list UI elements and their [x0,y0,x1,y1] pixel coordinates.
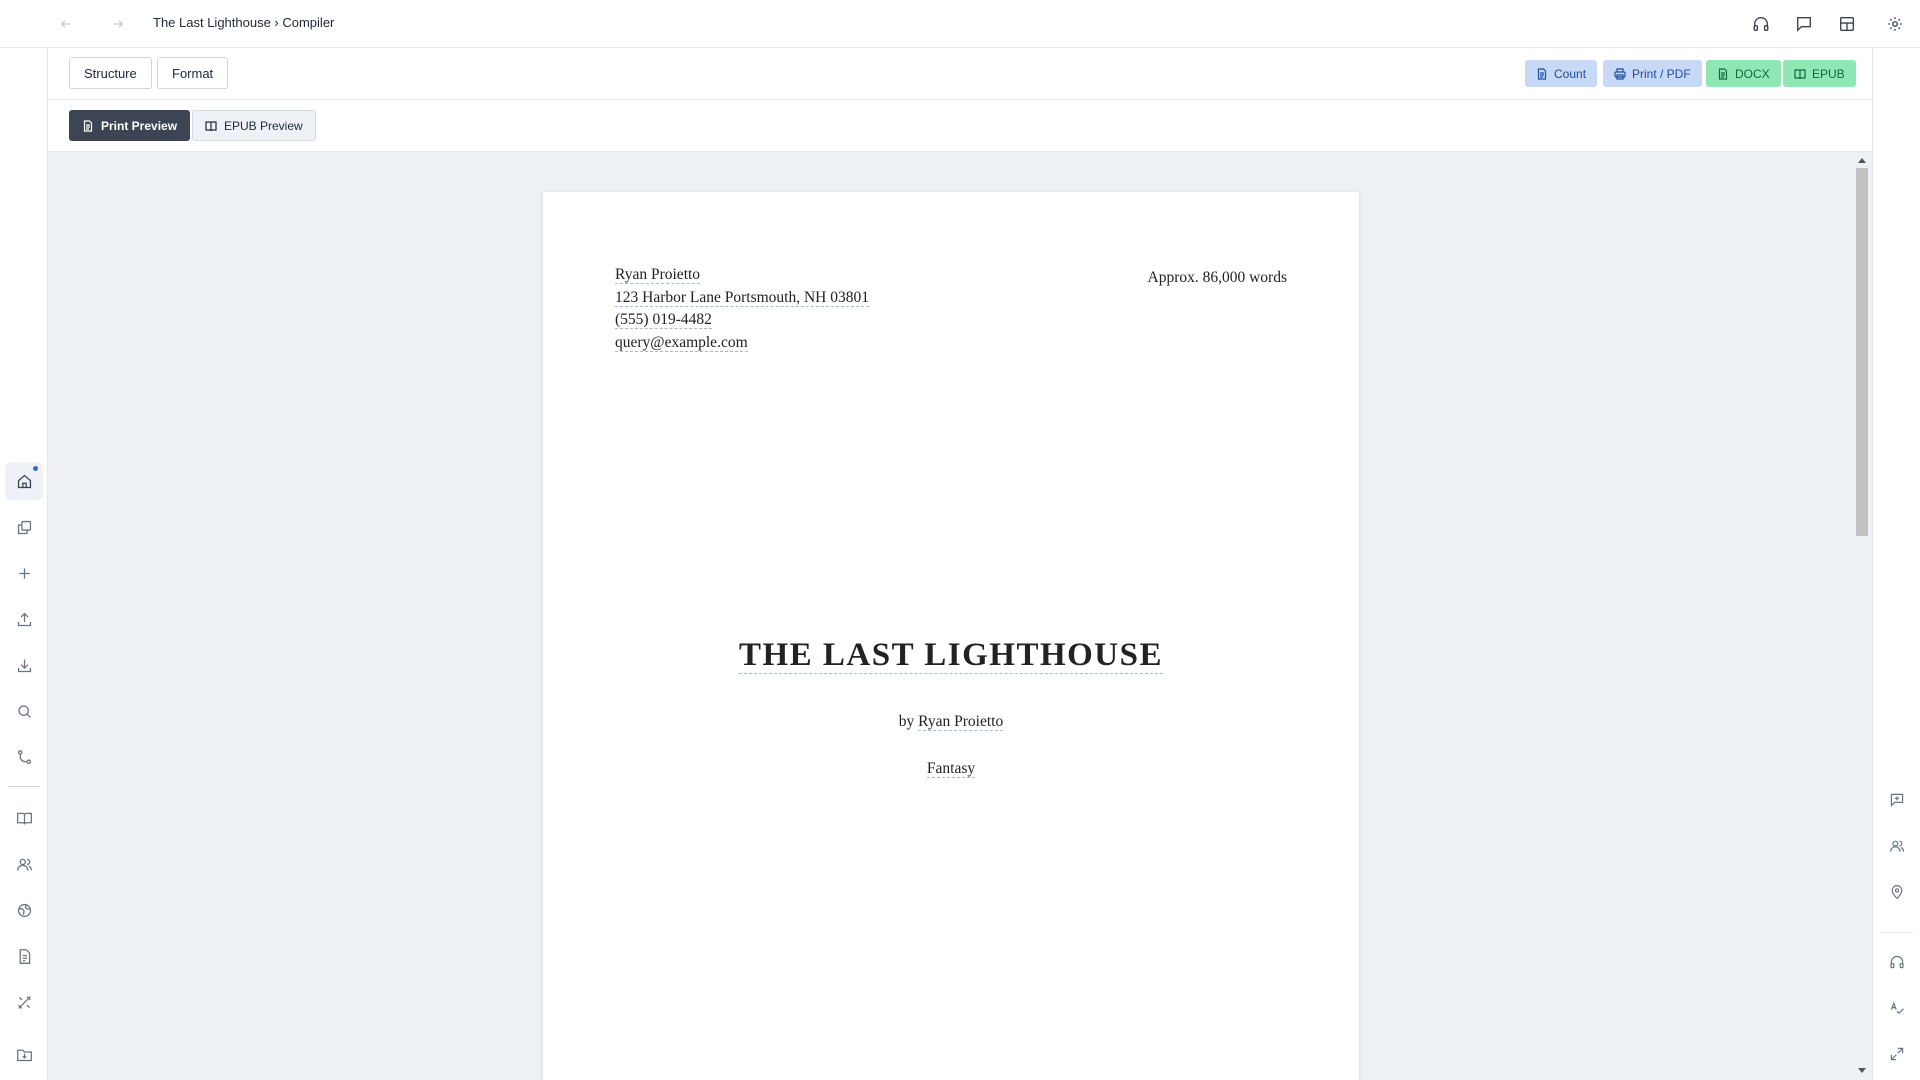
tools-icon[interactable] [5,983,43,1021]
byline-author[interactable]: Ryan Proietto [918,713,1004,731]
byline: by Ryan Proietto [543,713,1359,731]
word-count: Approx. 86,000 words [1147,269,1288,286]
epub-preview-button[interactable]: EPUB Preview [192,110,316,141]
spell-check-icon[interactable] [1881,992,1913,1024]
author-name[interactable]: Ryan Proietto [615,266,701,284]
upload-icon[interactable] [5,600,43,638]
tab-format[interactable]: Format [157,57,229,89]
expand-icon[interactable] [1881,1038,1913,1070]
folder-download-icon[interactable] [5,1035,43,1073]
docx-button-label: DOCX [1735,66,1770,81]
book-title-text[interactable]: THE LAST LIGHTHOUSE [738,637,1164,674]
forward-arrow-icon[interactable] [106,12,130,36]
gear-icon[interactable] [1883,12,1907,36]
book-icon [205,120,217,131]
author-phone[interactable]: (555) 019-4482 [615,311,712,329]
genre-text[interactable]: Fantasy [926,760,976,778]
tab-structure[interactable]: Structure [69,57,152,89]
epub-preview-label: EPUB Preview [224,118,303,133]
scroll-thumb[interactable] [1856,168,1868,536]
download-icon[interactable] [5,646,43,684]
headphones-icon[interactable] [1749,12,1773,36]
users-icon[interactable] [1881,830,1913,862]
sidebar-divider [8,786,40,787]
map-pin-icon[interactable] [1881,876,1913,908]
printer-icon [1614,67,1626,80]
breadcrumb: The Last Lighthouse › Compiler [153,15,335,30]
users-icon[interactable] [5,845,43,883]
scroll-up-arrow-icon[interactable] [1858,158,1866,163]
notification-dot [33,466,38,471]
manuscript-page: Ryan Proietto 123 Harbor Lane Portsmouth… [543,192,1359,1080]
genre: Fantasy [543,760,1359,778]
preview-area[interactable]: Ryan Proietto 123 Harbor Lane Portsmouth… [48,152,1872,1080]
home-icon[interactable] [5,462,43,500]
author-email[interactable]: query@example.com [615,333,748,352]
document-icon [1718,67,1728,80]
contact-block: Ryan Proietto 123 Harbor Lane Portsmouth… [615,264,869,354]
book-icon[interactable] [5,799,43,837]
copy-icon[interactable] [5,508,43,546]
back-arrow-icon[interactable] [54,12,78,36]
document-icon [1537,67,1547,80]
search-icon[interactable] [5,692,43,730]
right-sidebar [1872,48,1920,1080]
scroll-down-arrow-icon[interactable] [1858,1068,1866,1073]
docx-button[interactable]: DOCX [1706,60,1781,87]
byline-prefix: by [898,713,915,730]
author-address[interactable]: 123 Harbor Lane Portsmouth, NH 03801 [615,288,869,307]
plus-icon[interactable] [5,554,43,592]
print-pdf-button-label: Print / PDF [1632,66,1691,81]
print-preview-button[interactable]: Print Preview [69,110,191,141]
top-bar: The Last Lighthouse › Compiler [0,0,1920,48]
print-pdf-button[interactable]: Print / PDF [1603,60,1702,87]
preview-mode-bar: Print Preview EPUB Preview [48,100,1872,152]
globe-icon[interactable] [5,891,43,929]
right-sidebar-divider [1881,932,1913,933]
branch-icon[interactable] [5,738,43,776]
comment-plus-icon[interactable] [1881,784,1913,816]
headphones-icon[interactable] [1881,946,1913,978]
print-preview-label: Print Preview [101,118,178,133]
book-icon [1794,68,1806,79]
compiler-toolbar: Structure Format Count Print / PDF DOCX … [48,48,1872,100]
count-button[interactable]: Count [1525,60,1598,87]
message-icon[interactable] [1792,12,1816,36]
preview-scrollbar[interactable] [1854,152,1870,1080]
epub-button[interactable]: EPUB [1783,60,1856,87]
epub-button-label: EPUB [1812,66,1845,81]
document-icon [83,119,93,132]
book-title: THE LAST LIGHTHOUSE [543,637,1359,674]
file-text-icon[interactable] [5,937,43,975]
layout-icon[interactable] [1835,12,1859,36]
left-sidebar [0,48,48,1080]
count-button-label: Count [1554,66,1587,81]
